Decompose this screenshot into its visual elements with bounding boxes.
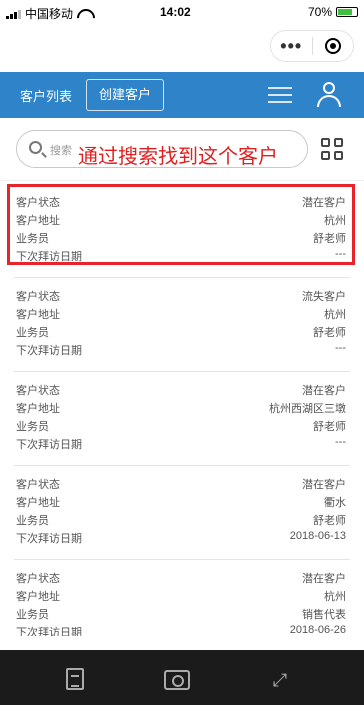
label-address: 客户地址: [16, 591, 60, 603]
camera-icon[interactable]: [164, 670, 190, 690]
customer-card[interactable]: 客户状态 流失客户 客户地址 杭州 业务员 舒老师 下次拜访日期 ---: [14, 286, 348, 358]
tab-customer-list[interactable]: 客户列表: [20, 86, 72, 105]
battery-percent: 70%: [307, 5, 332, 19]
value-salesperson: 舒老师: [313, 421, 346, 433]
label-status: 客户状态: [16, 573, 60, 585]
label-status: 客户状态: [16, 385, 60, 397]
customer-card[interactable]: 客户状态 潜在客户 客户地址 衢水 业务员 舒老师 下次拜访日期 2018-06-13: [14, 474, 348, 546]
label-address: 客户地址: [16, 497, 60, 509]
label-salesperson: 业务员: [16, 609, 49, 621]
row-address: 客户地址 杭州: [14, 586, 348, 604]
value-status: 潜在客户: [302, 385, 346, 397]
customer-card[interactable]: 客户状态 潜在客户 客户地址 杭州 业务员 销售代表 下次拜访日期 2018-06-26: [14, 568, 348, 636]
value-next-visit: ---: [335, 342, 346, 354]
label-status: 客户状态: [16, 291, 60, 303]
row-status: 客户状态 潜在客户: [14, 380, 348, 398]
row-status: 客户状态 潜在客户: [14, 568, 348, 586]
row-salesperson: 业务员 舒老师: [14, 322, 348, 340]
value-address: 杭州西湖区三墩: [269, 403, 346, 415]
clock: 14:02: [160, 5, 191, 19]
label-address: 客户地址: [16, 403, 60, 415]
row-status: 客户状态 潜在客户: [14, 474, 348, 492]
value-status: 流失客户: [302, 291, 346, 303]
expand-icon[interactable]: ⤢: [268, 668, 292, 692]
label-address: 客户地址: [16, 309, 60, 321]
value-status: 潜在客户: [302, 573, 346, 585]
label-status: 客户状态: [16, 479, 60, 491]
user-icon[interactable]: [316, 82, 342, 108]
label-salesperson: 业务员: [16, 327, 49, 339]
card-divider: [14, 371, 350, 372]
annotation-text: 通过搜索找到这个客户: [78, 144, 278, 168]
search-placeholder: 搜索: [50, 145, 72, 157]
search-icon: [29, 141, 42, 154]
row-next-visit: 下次拜访日期 2018-06-26: [14, 622, 348, 636]
row-salesperson: 业务员 舒老师: [14, 416, 348, 434]
row-next-visit: 下次拜访日期 2018-06-13: [14, 528, 348, 546]
label-next-visit: 下次拜访日期: [16, 345, 82, 357]
row-address: 客户地址 杭州西湖区三墩: [14, 398, 348, 416]
row-next-visit: 下次拜访日期 ---: [14, 434, 348, 452]
label-next-visit: 下次拜访日期: [16, 627, 82, 636]
label-next-visit: 下次拜访日期: [16, 439, 82, 451]
value-salesperson: 舒老师: [313, 327, 346, 339]
status-bar: 中国移动 14:02 70%: [0, 0, 364, 26]
row-next-visit: 下次拜访日期 ---: [14, 340, 348, 358]
close-ring-icon: [324, 38, 341, 54]
card-divider: [14, 277, 350, 278]
bottom-toolbar: ⤢: [0, 650, 364, 705]
label-salesperson: 业务员: [16, 515, 49, 527]
value-next-visit: 2018-06-26: [289, 624, 346, 636]
battery-icon: [336, 7, 358, 17]
value-address: 衢水: [324, 497, 346, 509]
grid-view-icon[interactable]: [321, 138, 343, 160]
document-icon[interactable]: [66, 668, 84, 690]
close-button[interactable]: [312, 38, 353, 54]
value-salesperson: 销售代表: [302, 609, 346, 621]
row-salesperson: 业务员 舒老师: [14, 510, 348, 528]
more-dots-icon[interactable]: •••: [271, 31, 312, 61]
carrier-label: 中国移动: [25, 7, 74, 21]
card-divider: [14, 465, 350, 466]
value-next-visit: 2018-06-13: [289, 530, 346, 542]
value-next-visit: ---: [335, 436, 346, 448]
row-address: 客户地址 衢水: [14, 492, 348, 510]
list-menu-icon[interactable]: [268, 87, 292, 103]
header-bar: 客户列表 创建客户: [0, 72, 364, 118]
create-customer-button[interactable]: 创建客户: [86, 79, 164, 111]
row-salesperson: 业务员 销售代表: [14, 604, 348, 622]
card-divider: [14, 559, 350, 560]
value-address: 杭州: [324, 591, 346, 603]
label-next-visit: 下次拜访日期: [16, 533, 82, 545]
signal-icon: [6, 9, 21, 19]
status-left: 中国移动: [6, 5, 91, 22]
highlight-box: [7, 184, 355, 265]
customer-card[interactable]: 客户状态 潜在客户 客户地址 杭州西湖区三墩 业务员 舒老师 下次拜访日期 ---: [14, 380, 348, 452]
status-right: 70%: [308, 5, 358, 19]
wifi-icon: [77, 9, 91, 19]
mini-program-capsule: •••: [270, 30, 354, 62]
value-status: 潜在客户: [302, 479, 346, 491]
value-address: 杭州: [324, 309, 346, 321]
row-status: 客户状态 流失客户: [14, 286, 348, 304]
divider: [0, 180, 364, 181]
row-address: 客户地址 杭州: [14, 304, 348, 322]
value-salesperson: 舒老师: [313, 515, 346, 527]
label-salesperson: 业务员: [16, 421, 49, 433]
